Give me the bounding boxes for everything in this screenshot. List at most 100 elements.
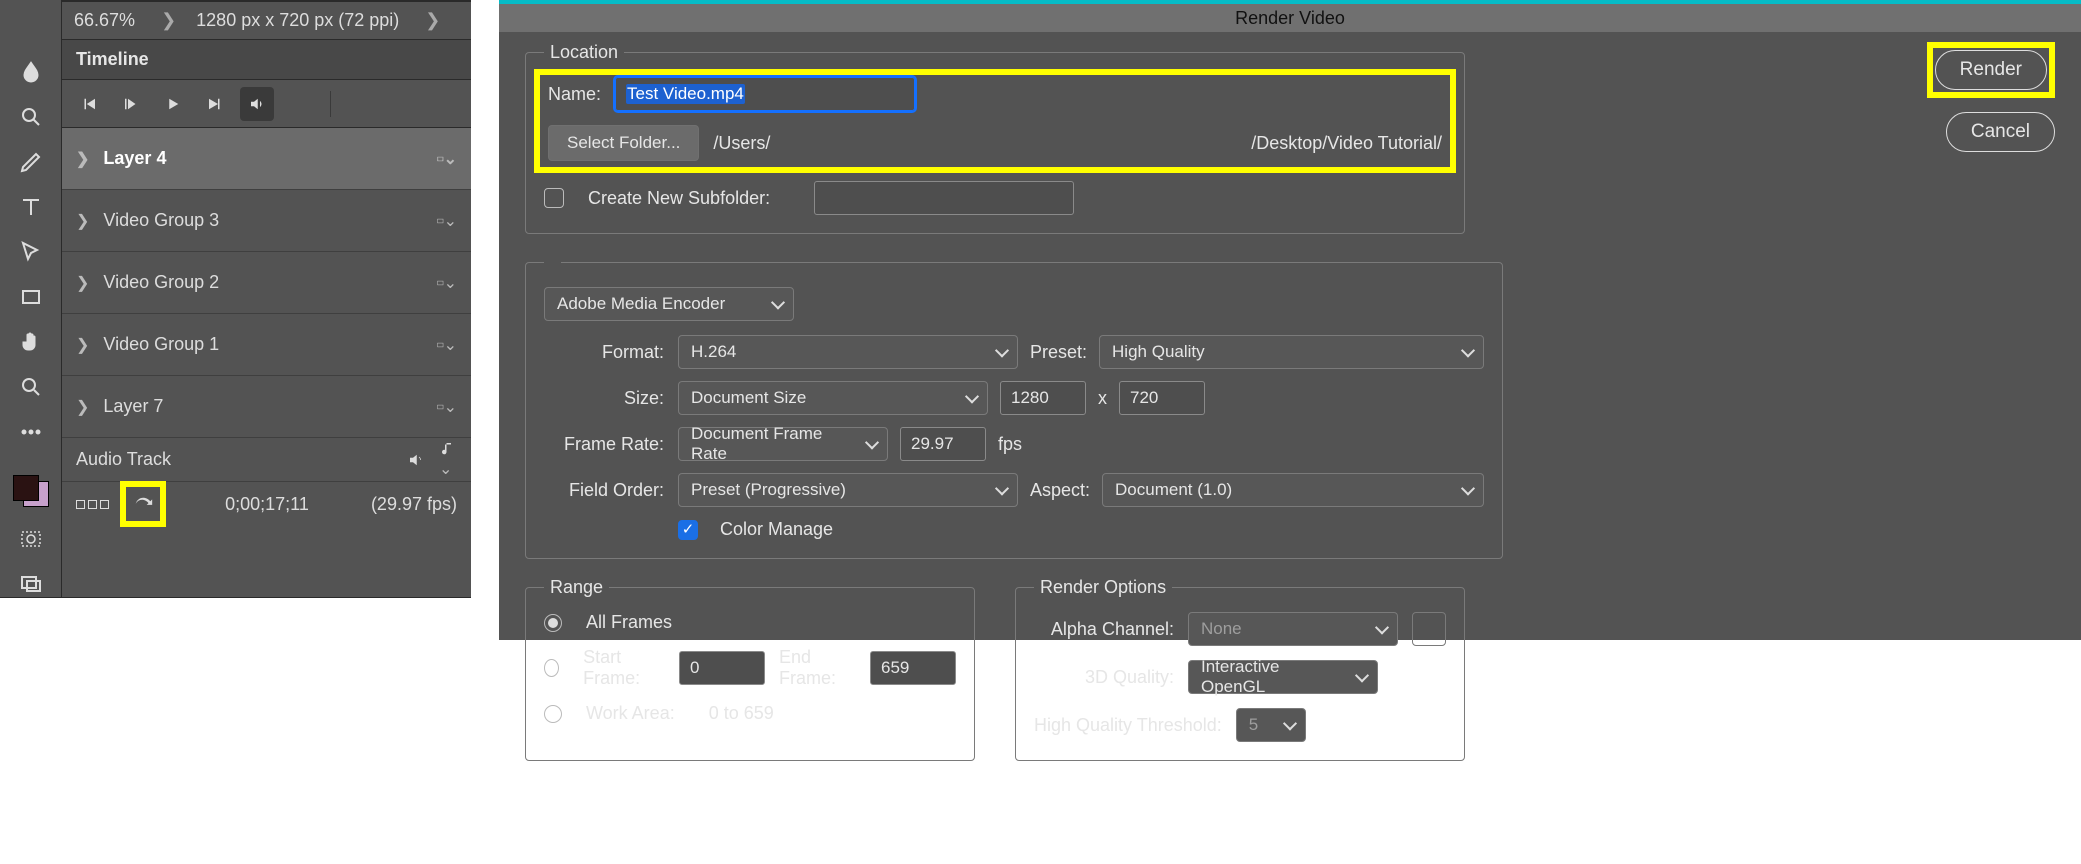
blur-tool-icon[interactable] (17, 60, 45, 85)
height-input[interactable] (1119, 381, 1205, 415)
alpha-swatch (1412, 612, 1446, 646)
preset-dropdown[interactable]: High Quality (1099, 335, 1484, 369)
start-frame-input[interactable] (679, 651, 765, 685)
screen-mode-icon[interactable] (17, 572, 45, 597)
render-options-section: Render Options Alpha Channel: None 3D Qu… (1015, 577, 1465, 761)
more-tools-icon[interactable] (17, 420, 45, 445)
highlight-render: Render (1927, 42, 2055, 98)
start-frame-label: Start Frame: (583, 647, 665, 689)
chevron-right-icon: ❯ (425, 10, 440, 31)
next-frame-icon[interactable] (198, 87, 232, 121)
film-icon[interactable]: ⌄ (437, 149, 457, 169)
chevron-right-icon: ❯ (76, 397, 89, 417)
dodge-tool-icon[interactable] (17, 105, 45, 130)
play-icon[interactable] (156, 87, 190, 121)
fps-label: (29.97 fps) (371, 494, 457, 515)
render-video-dialog: Render Video Render Cancel Location Name… (499, 0, 2081, 640)
3d-quality-dropdown[interactable]: Interactive OpenGL (1188, 660, 1378, 694)
rectangle-tool-icon[interactable] (17, 285, 45, 310)
range-section: Range All Frames Start Frame: End Frame:… (525, 577, 975, 761)
split-clip-icon[interactable] (345, 87, 379, 121)
chevron-right-icon: ❯ (161, 10, 176, 31)
go-to-start-icon[interactable] (72, 87, 106, 121)
select-folder-button[interactable]: Select Folder... (548, 125, 699, 161)
preset-label: Preset: (1030, 342, 1087, 363)
fieldorder-dropdown[interactable]: Preset (Progressive) (678, 473, 1018, 507)
layer-row[interactable]: ❯Video Group 1 ⌄ (62, 314, 471, 376)
work-area-radio[interactable] (544, 705, 562, 723)
render-button[interactable]: Render (1935, 50, 2047, 90)
end-frame-label: End Frame: (779, 647, 856, 689)
mute-icon[interactable] (240, 87, 274, 121)
3d-quality-label: 3D Quality: (1034, 667, 1174, 688)
chevron-right-icon: ❯ (76, 335, 89, 355)
prev-frame-icon[interactable] (114, 87, 148, 121)
size-mode-dropdown[interactable]: Document Size (678, 381, 988, 415)
music-note-icon[interactable]: ⌄ (439, 440, 457, 479)
type-tool-icon[interactable] (17, 195, 45, 220)
film-icon[interactable]: ⌄ (437, 335, 457, 355)
convert-frames-icon[interactable] (76, 500, 109, 509)
path-prefix: /Users/ (713, 133, 770, 154)
color-manage-label: Color Manage (720, 519, 833, 540)
photoshop-timeline-panel: 66.67%❯ 1280 px x 720 px (72 ppi)❯ Timel… (0, 0, 471, 598)
location-legend: Location (544, 42, 624, 63)
work-area-value: 0 to 659 (709, 703, 774, 724)
transport-controls (62, 80, 471, 128)
color-manage-checkbox[interactable] (678, 520, 698, 540)
end-frame-input[interactable] (870, 651, 956, 685)
chevron-right-icon: ❯ (76, 211, 89, 231)
zoom-tool-icon[interactable] (17, 375, 45, 400)
framerate-label: Frame Rate: (564, 434, 664, 455)
all-frames-radio[interactable] (544, 614, 562, 632)
alpha-channel-label: Alpha Channel: (1034, 619, 1174, 640)
chevron-right-icon: ❯ (76, 149, 89, 169)
pen-tool-icon[interactable] (17, 150, 45, 175)
range-legend: Range (544, 577, 609, 598)
timecode[interactable]: 0;00;17;11 (225, 494, 309, 515)
layer-row[interactable]: ❯Video Group 2 ⌄ (62, 252, 471, 314)
document-infobar: 66.67%❯ 1280 px x 720 px (72 ppi)❯ (62, 0, 471, 40)
path-suffix: /Desktop/Video Tutorial/ (1251, 133, 1442, 154)
create-subfolder-label: Create New Subfolder: (588, 188, 770, 209)
audio-track-row[interactable]: Audio Track ⌄ (62, 438, 471, 482)
film-icon[interactable]: ⌄ (437, 397, 457, 417)
quick-mask-icon[interactable] (17, 527, 45, 552)
framerate-mode-dropdown[interactable]: Document Frame Rate (678, 427, 888, 461)
transition-icon[interactable] (387, 87, 421, 121)
layer-name: Video Group 3 (103, 210, 219, 231)
timeline-footer: 0;00;17;11 (29.97 fps) (62, 482, 471, 526)
all-frames-label: All Frames (586, 612, 672, 633)
path-select-tool-icon[interactable] (17, 240, 45, 265)
layer-name: Layer 7 (103, 396, 163, 417)
film-icon[interactable]: ⌄ (437, 273, 457, 293)
encoder-engine-dropdown[interactable]: Adobe Media Encoder (544, 287, 794, 321)
cancel-button[interactable]: Cancel (1946, 112, 2055, 152)
aspect-label: Aspect: (1030, 480, 1090, 501)
format-dropdown[interactable]: H.264 (678, 335, 1018, 369)
format-label: Format: (602, 342, 664, 363)
hand-tool-icon[interactable] (17, 330, 45, 355)
film-icon[interactable]: ⌄ (437, 211, 457, 231)
settings-gear-icon[interactable] (282, 87, 316, 121)
create-subfolder-checkbox[interactable] (544, 188, 564, 208)
timeline-tab[interactable]: Timeline (62, 40, 471, 80)
render-options-legend: Render Options (1034, 577, 1172, 598)
highlight-location: Name: Test Video.mp4 Select Folder... /U… (534, 69, 1456, 173)
start-frame-radio[interactable] (544, 659, 559, 677)
fieldorder-label: Field Order: (569, 480, 664, 501)
zoom-level[interactable]: 66.67% (74, 10, 135, 31)
aspect-dropdown[interactable]: Document (1.0) (1102, 473, 1484, 507)
vertical-toolbar (0, 0, 61, 597)
filename-input[interactable]: Test Video.mp4 (615, 77, 915, 111)
layer-name: Video Group 2 (103, 272, 219, 293)
layer-row[interactable]: ❯Layer 4 ⌄ (62, 128, 471, 190)
render-export-icon[interactable] (123, 484, 163, 524)
width-input[interactable] (1000, 381, 1086, 415)
framerate-input[interactable] (900, 427, 986, 461)
layer-row[interactable]: ❯ Layer 7 ⌄ (62, 376, 471, 438)
speaker-icon[interactable] (407, 451, 425, 469)
name-label: Name: (548, 84, 601, 105)
color-swatches[interactable] (13, 475, 49, 507)
layer-row[interactable]: ❯ Video Group 3 ⌄ (62, 190, 471, 252)
